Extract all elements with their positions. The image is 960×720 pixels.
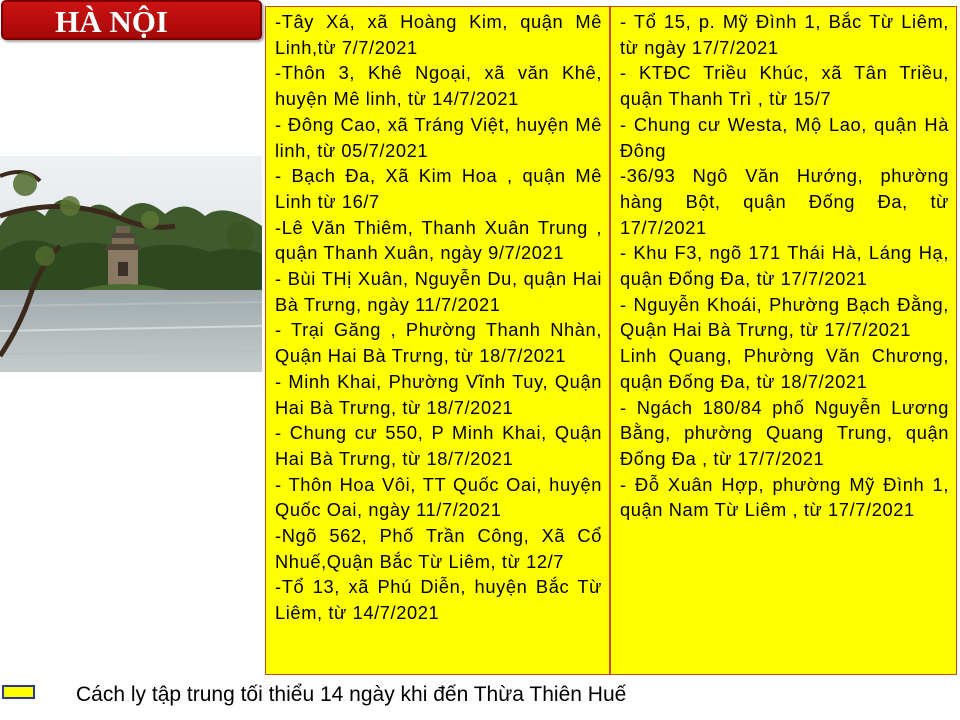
location-item: - Đông Cao, xã Tráng Việt, huyện Mê linh…: [275, 113, 602, 161]
location-item: -Thôn 3, Khê Ngoại, xã văn Khê, huyện Mê…: [275, 62, 602, 110]
location-item: - Bạch Đa, Xã Kim Hoa , quận Mê Linh từ …: [275, 165, 602, 212]
location-item: -Tây Xá, xã Hoàng Kim, quận Mê Linh,từ 7…: [275, 11, 602, 58]
location-item: - Chung cư Westa, Mộ Lao, quận Hà Đông: [620, 113, 949, 161]
locations-column-2: - Tổ 15, p. Mỹ Đình 1, Bắc Từ Liêm, từ n…: [610, 6, 957, 675]
location-item: -Lê Văn Thiêm, Thanh Xuân Trung , quận T…: [275, 216, 602, 264]
location-item: - Trại Găng , Phường Thanh Nhàn, Quận Ha…: [275, 319, 602, 367]
location-item: -Ngõ 562, Phố Trần Công, Xã Cổ Nhuế,Quận…: [275, 525, 602, 572]
hoan-kiem-lake-photo: [0, 156, 262, 372]
location-item: - Đỗ Xuân Hợp, phường Mỹ Đình 1, quận Na…: [620, 473, 949, 521]
location-item: - KTĐC Triều Khúc, xã Tân Triều, quận Th…: [620, 62, 949, 110]
location-item: - Bùi THị Xuân, Nguyễn Du, quận Hai Bà T…: [275, 268, 602, 315]
location-item: - Tổ 15, p. Mỹ Đình 1, Bắc Từ Liêm, từ n…: [620, 11, 949, 58]
location-item: -36/93 Ngô Văn Hướng, phường hàng Bột, q…: [620, 165, 949, 238]
location-item: - Nguyễn Khoái, Phường Bạch Đằng, Quận H…: [620, 293, 949, 341]
title-banner: HÀ NỘI: [1, 0, 262, 40]
location-item: - Khu F3, ngõ 171 Thái Hà, Láng Hạ, quận…: [620, 242, 949, 290]
location-item: - Minh Khai, Phường Vĩnh Tuy, Quận Hai B…: [275, 370, 602, 418]
location-item: - Thôn Hoa Vôi, TT Quốc Oai, huyện Quốc …: [275, 473, 602, 521]
legend-swatch: [2, 685, 35, 699]
location-item: -Tổ 13, xã Phú Diễn, huyện Bắc Từ Liêm, …: [275, 576, 602, 624]
location-item: - Ngách 180/84 phố Nguyễn Lương Bằng, ph…: [620, 396, 949, 469]
location-item: - Chung cư 550, P Minh Khai, Quận Hai Bà…: [275, 422, 602, 469]
locations-column-1: -Tây Xá, xã Hoàng Kim, quận Mê Linh,từ 7…: [265, 6, 610, 675]
legend-label: Cách ly tập trung tối thiểu 14 ngày khi …: [76, 683, 627, 706]
page-title: HÀ NỘI: [55, 4, 168, 39]
location-item: Linh Quang, Phường Văn Chương, quận Đống…: [620, 345, 949, 392]
